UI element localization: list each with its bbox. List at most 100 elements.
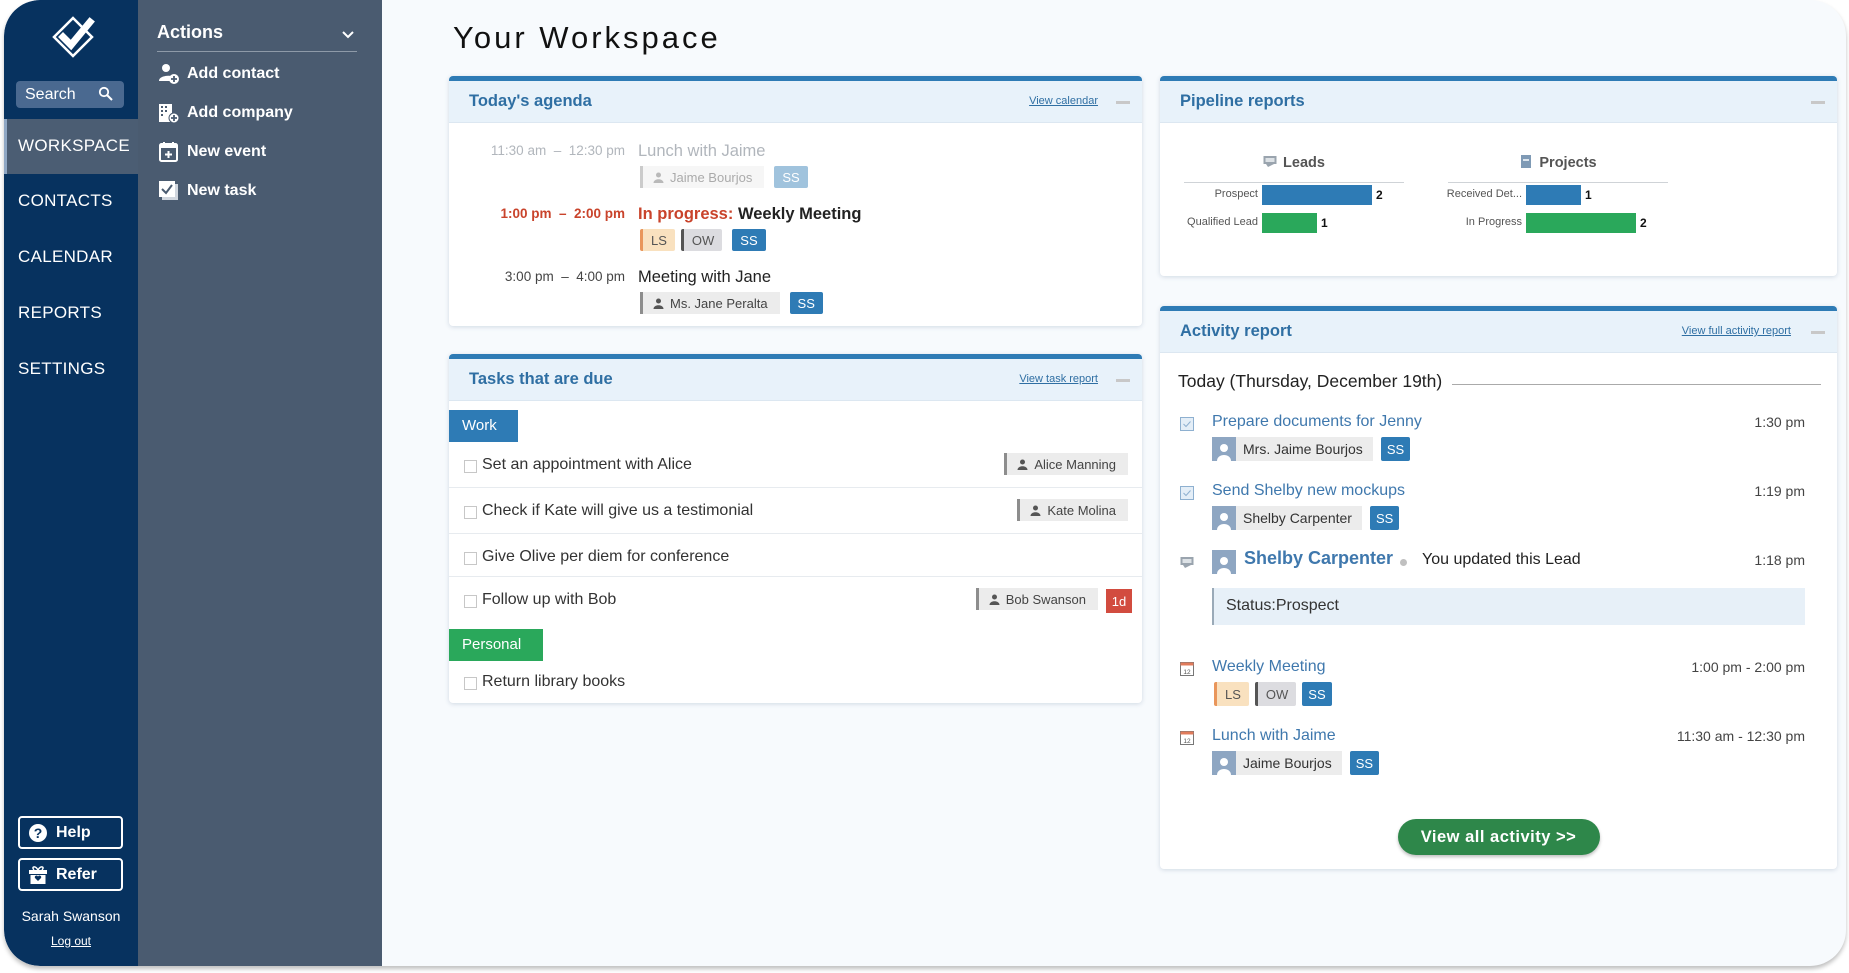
contact-pill[interactable]: Jaime Bourjos bbox=[640, 166, 765, 188]
event-title: In progress: Weekly Meeting bbox=[638, 205, 861, 224]
user-tag: SS bbox=[774, 166, 808, 188]
help-label: Help bbox=[56, 824, 91, 841]
view-calendar-link[interactable]: View calendar bbox=[1029, 95, 1098, 107]
lead-icon bbox=[1180, 557, 1194, 568]
person-icon bbox=[1217, 758, 1231, 775]
bar[interactable] bbox=[1526, 185, 1581, 205]
add-company-button[interactable]: Add company bbox=[158, 101, 293, 127]
gift-icon bbox=[29, 866, 47, 884]
task-checkbox[interactable] bbox=[464, 460, 477, 473]
contact-name: Ms. Jane Peralta bbox=[670, 295, 768, 311]
in-progress-label: In progress: bbox=[638, 205, 734, 223]
task-checkbox[interactable] bbox=[464, 595, 477, 608]
event-time: 3:00 pm – 4:00 pm bbox=[504, 269, 625, 284]
task-row: Give Olive per diem for conference bbox=[449, 534, 1142, 577]
task-checkbox[interactable] bbox=[464, 552, 477, 565]
help-icon: ? bbox=[29, 824, 47, 842]
nav-item-reports[interactable]: REPORTS bbox=[4, 286, 138, 341]
activity-title[interactable]: Lunch with Jaime bbox=[1212, 727, 1336, 745]
bar[interactable] bbox=[1526, 213, 1636, 233]
pipeline-title: Pipeline reports bbox=[1180, 92, 1305, 110]
add-company-icon bbox=[159, 104, 180, 124]
event-time: 11:30 am – 12:30 pm bbox=[490, 143, 625, 158]
activity-title[interactable]: Weekly Meeting bbox=[1212, 658, 1326, 676]
event-time: 1:00 pm – 2:00 pm bbox=[500, 206, 625, 221]
minimize-icon[interactable] bbox=[1811, 331, 1825, 334]
task-title[interactable]: Give Olive per diem for conference bbox=[482, 548, 729, 566]
contact-pill[interactable]: Mrs. Jaime Bourjos bbox=[1212, 437, 1373, 461]
search-label: Search bbox=[25, 86, 76, 103]
tasks-title: Tasks that are due bbox=[469, 370, 613, 388]
add-contact-button[interactable]: Add contact bbox=[158, 62, 279, 88]
chevron-down-icon[interactable] bbox=[341, 30, 355, 40]
contact-pill[interactable]: Shelby Carpenter bbox=[1212, 506, 1362, 530]
avatar bbox=[1212, 751, 1236, 775]
new-task-button[interactable]: New task bbox=[158, 179, 256, 205]
view-full-activity-link[interactable]: View full activity report bbox=[1682, 325, 1791, 337]
bar-value: 1 bbox=[1585, 188, 1592, 202]
overdue-badge: 1d bbox=[1106, 589, 1132, 613]
assignee-pill[interactable]: Kate Molina bbox=[1017, 499, 1128, 521]
bar-label: Qualified Lead bbox=[1187, 216, 1258, 228]
logout-link[interactable]: Log out bbox=[4, 934, 138, 948]
task-title[interactable]: Follow up with Bob bbox=[482, 591, 616, 609]
activity-header: Activity report View full activity repor… bbox=[1160, 311, 1837, 353]
chart-title-text: Leads bbox=[1283, 155, 1325, 171]
minimize-icon[interactable] bbox=[1116, 101, 1130, 104]
user-tag: OW bbox=[1254, 682, 1297, 706]
app-logo-icon[interactable] bbox=[48, 14, 98, 60]
assignee-pill[interactable]: Alice Manning bbox=[1004, 453, 1128, 475]
bar[interactable] bbox=[1262, 185, 1372, 205]
agenda-card: Today's agenda View calendar 11:30 am – … bbox=[449, 76, 1142, 326]
user-tag: SS bbox=[1349, 751, 1380, 775]
bar-label: In Progress bbox=[1465, 216, 1522, 228]
person-icon bbox=[1217, 444, 1231, 461]
add-contact-icon bbox=[159, 64, 179, 84]
bar-value: 1 bbox=[1321, 216, 1328, 230]
assignee-pill[interactable]: Bob Swanson bbox=[975, 588, 1098, 610]
person-icon bbox=[653, 298, 664, 309]
activity-time: 1:30 pm bbox=[1754, 414, 1805, 430]
task-title[interactable]: Check if Kate will give us a testimonial bbox=[482, 502, 753, 520]
task-checkbox[interactable] bbox=[464, 677, 477, 690]
search-button[interactable]: Search bbox=[16, 81, 124, 108]
activity-title[interactable]: Prepare documents for Jenny bbox=[1212, 413, 1422, 431]
nav-item-workspace[interactable]: WORKSPACE bbox=[4, 119, 138, 174]
task-row: Return library books bbox=[449, 659, 1142, 705]
contact-pill[interactable]: Ms. Jane Peralta bbox=[640, 292, 780, 314]
main-nav: Search WORKSPACE CONTACTS CALENDAR REPOR… bbox=[4, 0, 138, 966]
minimize-icon[interactable] bbox=[1116, 379, 1130, 382]
refer-button[interactable]: Refer bbox=[18, 858, 123, 891]
activity-title[interactable]: Send Shelby new mockups bbox=[1212, 482, 1405, 500]
bar-value: 2 bbox=[1376, 188, 1383, 202]
nav-item-calendar[interactable]: CALENDAR bbox=[4, 230, 138, 285]
page-title: Your Workspace bbox=[453, 20, 721, 55]
task-title[interactable]: Set an appointment with Alice bbox=[482, 456, 692, 474]
activity-time: 1:19 pm bbox=[1754, 483, 1805, 499]
task-checkbox[interactable] bbox=[464, 506, 477, 519]
person-icon bbox=[1030, 505, 1041, 516]
tasks-header: Tasks that are due View task report bbox=[449, 359, 1142, 401]
help-button[interactable]: ? Help bbox=[18, 816, 123, 849]
lead-name[interactable]: Shelby Carpenter bbox=[1244, 548, 1393, 569]
view-task-report-link[interactable]: View task report bbox=[1019, 373, 1098, 385]
minimize-icon[interactable] bbox=[1811, 101, 1825, 104]
new-task-icon bbox=[159, 181, 178, 200]
day-heading-text: Today (Thursday, December 19th) bbox=[1178, 371, 1453, 392]
activity-time: 1:18 pm bbox=[1754, 552, 1805, 568]
new-event-button[interactable]: New event bbox=[158, 140, 266, 166]
nav-item-settings[interactable]: SETTINGS bbox=[4, 342, 138, 397]
nav-item-contacts[interactable]: CONTACTS bbox=[4, 174, 138, 229]
actions-header[interactable]: Actions bbox=[157, 22, 357, 52]
task-check-icon bbox=[1180, 417, 1194, 431]
bar[interactable] bbox=[1262, 213, 1317, 233]
pipeline-card: Pipeline reports Leads Prospect 2 Qualified… bbox=[1160, 76, 1837, 276]
activity-time: 1:00 pm - 2:00 pm bbox=[1691, 659, 1805, 675]
avatar bbox=[1212, 437, 1236, 461]
contact-pill[interactable]: Jaime Bourjos bbox=[1212, 751, 1342, 775]
contact-name: Jaime Bourjos bbox=[1243, 755, 1332, 771]
view-all-activity-button[interactable]: View all activity >> bbox=[1397, 819, 1600, 855]
task-title[interactable]: Return library books bbox=[482, 673, 625, 691]
task-group-work: Work bbox=[449, 410, 518, 442]
actions-panel: Actions Add contact Add company New even… bbox=[138, 0, 382, 966]
